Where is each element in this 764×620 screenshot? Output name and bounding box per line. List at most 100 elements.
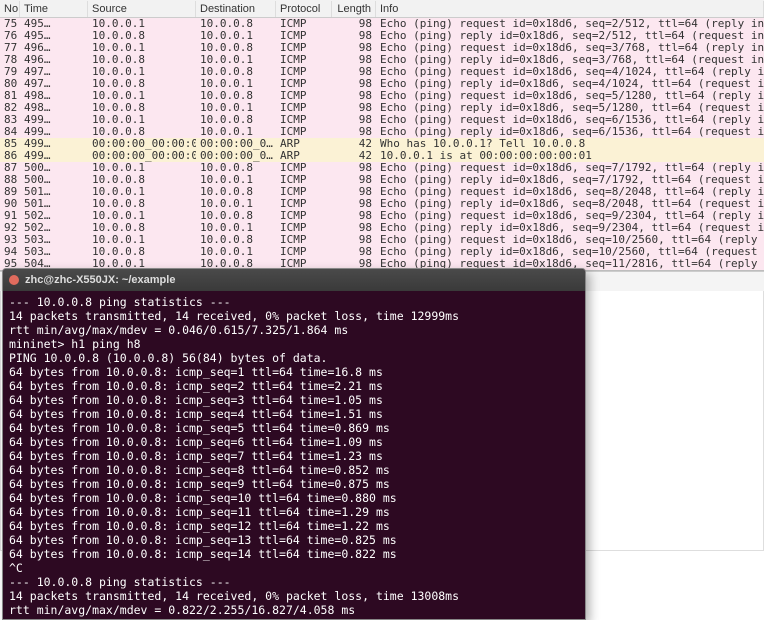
packet-row[interactable]: 75495…10.0.0.110.0.0.8ICMP98Echo (ping) …	[0, 18, 764, 30]
cell-no: 78	[0, 54, 20, 66]
packet-row[interactable]: 76495…10.0.0.810.0.0.1ICMP98Echo (ping) …	[0, 30, 764, 42]
cell-src: 10.0.0.8	[88, 102, 196, 114]
cell-src: 10.0.0.1	[88, 210, 196, 222]
cell-proto: ICMP	[276, 18, 332, 30]
packet-list-body[interactable]: 75495…10.0.0.110.0.0.8ICMP98Echo (ping) …	[0, 18, 764, 270]
col-header-len[interactable]: Length	[332, 1, 376, 17]
cell-time: 496…	[20, 54, 88, 66]
cell-time: 500…	[20, 162, 88, 174]
cell-no: 79	[0, 66, 20, 78]
packet-row[interactable]: 87500…10.0.0.110.0.0.8ICMP98Echo (ping) …	[0, 162, 764, 174]
packet-row[interactable]: 92502…10.0.0.810.0.0.1ICMP98Echo (ping) …	[0, 222, 764, 234]
packet-row[interactable]: 83499…10.0.0.110.0.0.8ICMP98Echo (ping) …	[0, 114, 764, 126]
cell-dst: 00:00:00_0…	[196, 150, 276, 162]
cell-len: 98	[332, 210, 376, 222]
cell-dst: 10.0.0.1	[196, 126, 276, 138]
cell-src: 00:00:00_00:00:08	[88, 138, 196, 150]
cell-no: 91	[0, 210, 20, 222]
cell-time: 498…	[20, 102, 88, 114]
cell-info: Echo (ping) reply id=0x18d6, seq=8/2048,…	[376, 198, 764, 210]
cell-src: 10.0.0.1	[88, 114, 196, 126]
packet-row[interactable]: 91502…10.0.0.110.0.0.8ICMP98Echo (ping) …	[0, 210, 764, 222]
packet-row[interactable]: 81498…10.0.0.110.0.0.8ICMP98Echo (ping) …	[0, 90, 764, 102]
cell-info: Echo (ping) request id=0x18d6, seq=10/25…	[376, 234, 764, 246]
cell-no: 86	[0, 150, 20, 162]
cell-proto: ICMP	[276, 186, 332, 198]
cell-no: 94	[0, 246, 20, 258]
terminal-window[interactable]: zhc@zhc-X550JX: ~/example --- 10.0.0.8 p…	[2, 268, 586, 620]
packet-row[interactable]: 86499…00:00:00_00:00:0100:00:00_0…ARP421…	[0, 150, 764, 162]
cell-dst: 10.0.0.1	[196, 174, 276, 186]
cell-info: Echo (ping) request id=0x18d6, seq=4/102…	[376, 66, 764, 78]
cell-len: 98	[332, 222, 376, 234]
cell-proto: ICMP	[276, 102, 332, 114]
cell-proto: ARP	[276, 150, 332, 162]
cell-time: 499…	[20, 138, 88, 150]
packet-row[interactable]: 88500…10.0.0.810.0.0.1ICMP98Echo (ping) …	[0, 174, 764, 186]
packet-row[interactable]: 78496…10.0.0.810.0.0.1ICMP98Echo (ping) …	[0, 54, 764, 66]
cell-len: 42	[332, 150, 376, 162]
cell-time: 502…	[20, 210, 88, 222]
cell-src: 10.0.0.8	[88, 30, 196, 42]
packet-row[interactable]: 93503…10.0.0.110.0.0.8ICMP98Echo (ping) …	[0, 234, 764, 246]
packet-row[interactable]: 79497…10.0.0.110.0.0.8ICMP98Echo (ping) …	[0, 66, 764, 78]
packet-row[interactable]: 80497…10.0.0.810.0.0.1ICMP98Echo (ping) …	[0, 78, 764, 90]
packet-row[interactable]: 94503…10.0.0.810.0.0.1ICMP98Echo (ping) …	[0, 246, 764, 258]
cell-no: 76	[0, 30, 20, 42]
packet-row[interactable]: 82498…10.0.0.810.0.0.1ICMP98Echo (ping) …	[0, 102, 764, 114]
cell-src: 00:00:00_00:00:01	[88, 150, 196, 162]
col-header-time[interactable]: Time	[20, 1, 88, 17]
cell-proto: ICMP	[276, 30, 332, 42]
cell-info: Echo (ping) reply id=0x18d6, seq=2/512, …	[376, 30, 764, 42]
cell-dst: 10.0.0.8	[196, 66, 276, 78]
col-header-info[interactable]: Info	[376, 1, 764, 17]
cell-time: 501…	[20, 186, 88, 198]
cell-time: 503…	[20, 234, 88, 246]
cell-dst: 10.0.0.8	[196, 114, 276, 126]
cell-src: 10.0.0.8	[88, 126, 196, 138]
col-header-proto[interactable]: Protocol	[276, 1, 332, 17]
terminal-titlebar[interactable]: zhc@zhc-X550JX: ~/example	[3, 269, 585, 291]
cell-time: 502…	[20, 222, 88, 234]
cell-proto: ICMP	[276, 126, 332, 138]
packet-row[interactable]: 77496…10.0.0.110.0.0.8ICMP98Echo (ping) …	[0, 42, 764, 54]
cell-len: 98	[332, 186, 376, 198]
packet-row[interactable]: 89501…10.0.0.110.0.0.8ICMP98Echo (ping) …	[0, 186, 764, 198]
packet-row[interactable]: 84499…10.0.0.810.0.0.1ICMP98Echo (ping) …	[0, 126, 764, 138]
cell-src: 10.0.0.8	[88, 54, 196, 66]
cell-len: 98	[332, 90, 376, 102]
cell-info: Echo (ping) reply id=0x18d6, seq=9/2304,…	[376, 222, 764, 234]
cell-len: 98	[332, 78, 376, 90]
cell-src: 10.0.0.1	[88, 18, 196, 30]
cell-len: 98	[332, 30, 376, 42]
cell-dst: 10.0.0.8	[196, 162, 276, 174]
cell-info: Echo (ping) request id=0x18d6, seq=8/204…	[376, 186, 764, 198]
col-header-dst[interactable]: Destination	[196, 1, 276, 17]
cell-no: 87	[0, 162, 20, 174]
cell-src: 10.0.0.8	[88, 78, 196, 90]
cell-dst: 10.0.0.1	[196, 30, 276, 42]
terminal-body[interactable]: --- 10.0.0.8 ping statistics --- 14 pack…	[3, 291, 585, 620]
cell-proto: ICMP	[276, 162, 332, 174]
cell-proto: ICMP	[276, 210, 332, 222]
cell-dst: 10.0.0.8	[196, 90, 276, 102]
close-icon[interactable]	[9, 275, 19, 285]
cell-src: 10.0.0.8	[88, 246, 196, 258]
cell-dst: 10.0.0.1	[196, 198, 276, 210]
col-header-no[interactable]: No.	[0, 1, 20, 17]
cell-len: 98	[332, 246, 376, 258]
cell-no: 90	[0, 198, 20, 210]
col-header-src[interactable]: Source	[88, 1, 196, 17]
packet-row[interactable]: 85499…00:00:00_00:00:0800:00:00_0…ARP42W…	[0, 138, 764, 150]
packet-row[interactable]: 90501…10.0.0.810.0.0.1ICMP98Echo (ping) …	[0, 198, 764, 210]
cell-dst: 10.0.0.8	[196, 42, 276, 54]
cell-info: Echo (ping) reply id=0x18d6, seq=4/1024,…	[376, 78, 764, 90]
cell-dst: 00:00:00_0…	[196, 138, 276, 150]
cell-time: 499…	[20, 126, 88, 138]
cell-src: 10.0.0.1	[88, 162, 196, 174]
cell-len: 98	[332, 174, 376, 186]
cell-len: 98	[332, 66, 376, 78]
cell-info: Echo (ping) request id=0x18d6, seq=2/512…	[376, 18, 764, 30]
cell-info: Echo (ping) request id=0x18d6, seq=7/179…	[376, 162, 764, 174]
cell-src: 10.0.0.1	[88, 186, 196, 198]
